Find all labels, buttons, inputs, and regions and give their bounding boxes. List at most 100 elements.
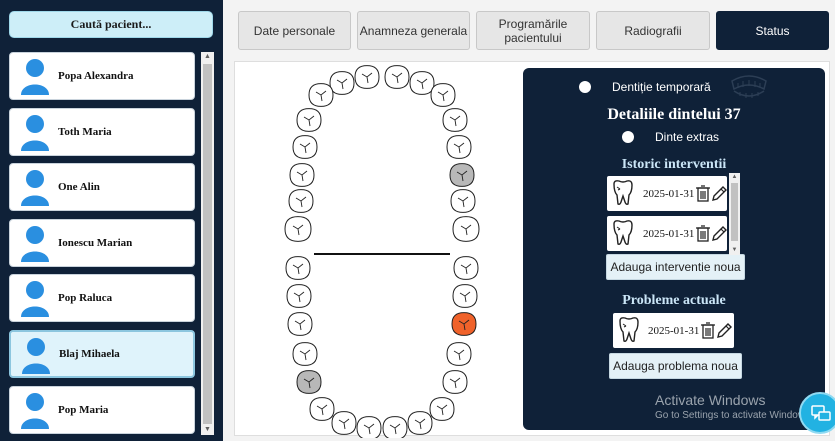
temporary-dentition-radio[interactable] — [579, 81, 591, 93]
tooth[interactable] — [442, 108, 468, 132]
patient-name: Pop Raluca — [58, 292, 113, 304]
tooth[interactable] — [382, 416, 408, 438]
tooth[interactable] — [292, 135, 318, 159]
tooth[interactable] — [354, 65, 380, 89]
extracted-tooth-label: Dinte extras — [655, 130, 720, 144]
scroll-up-icon[interactable]: ▲ — [201, 52, 214, 62]
activate-windows-watermark: Activate Windows Go to Settings to activ… — [655, 392, 813, 421]
tooth[interactable] — [452, 216, 480, 242]
patient-item-popa-alexandra[interactable]: Popa Alexandra — [9, 52, 195, 100]
tooth[interactable] — [384, 65, 410, 89]
history-scrollbar[interactable]: ▲ ▼ — [729, 173, 740, 255]
scroll-down-icon[interactable]: ▼ — [729, 246, 740, 255]
tooth[interactable] — [451, 312, 477, 336]
scrollbar-thumb[interactable] — [203, 64, 212, 424]
tooth-icon — [613, 180, 633, 205]
watermark-line-1: Activate Windows — [655, 392, 766, 408]
tooth[interactable] — [292, 342, 318, 366]
tab-radiografii[interactable]: Radiografii — [596, 11, 710, 50]
tab-date-personale[interactable]: Date personale — [238, 11, 351, 50]
avatar-icon — [21, 59, 49, 95]
tooth[interactable] — [331, 411, 357, 435]
avatar-icon — [21, 281, 49, 317]
patient-name: One Alin — [58, 181, 100, 193]
tooth[interactable] — [446, 342, 472, 366]
history-title: Istoric interventii — [621, 157, 727, 172]
tooth[interactable] — [329, 71, 355, 95]
patient-name: Blaj Mihaela — [59, 348, 120, 360]
search-patient-button[interactable]: Caută pacient... — [9, 11, 213, 38]
chat-button[interactable] — [799, 392, 835, 434]
patient-name: Popa Alexandra — [58, 70, 134, 82]
tooth[interactable] — [446, 135, 472, 159]
patient-item-pop-raluca[interactable]: Pop Raluca — [9, 274, 195, 322]
add-problem-button[interactable]: Adauga problema noua — [609, 353, 742, 379]
tooth[interactable] — [452, 284, 478, 308]
avatar-icon — [21, 393, 49, 429]
watermark-line-2: Go to Settings to activate Windows. — [655, 410, 813, 421]
patient-list: Popa Alexandra Toth Maria One Alin Iones… — [0, 50, 200, 440]
tooth[interactable] — [287, 312, 313, 336]
scrollbar-thumb[interactable] — [731, 183, 738, 241]
tooth[interactable] — [453, 256, 479, 280]
tooth[interactable] — [286, 284, 312, 308]
patient-item-blaj-mihaela[interactable]: Blaj Mihaela — [9, 330, 195, 378]
tooth[interactable] — [296, 108, 322, 132]
chat-icon — [811, 405, 831, 421]
patient-item-toth-maria[interactable]: Toth Maria — [9, 108, 195, 156]
tooth[interactable] — [409, 71, 435, 95]
delete-icon[interactable] — [700, 321, 716, 339]
tooth[interactable] — [442, 370, 468, 394]
tab-status[interactable]: Status — [716, 11, 829, 50]
tooth[interactable] — [309, 397, 335, 421]
scroll-up-icon[interactable]: ▲ — [729, 173, 740, 182]
add-intervention-button[interactable]: Adauga interventie noua — [606, 254, 745, 280]
tooth[interactable] — [289, 163, 315, 187]
tooth[interactable] — [430, 83, 456, 107]
extracted-tooth-radio[interactable] — [622, 131, 634, 143]
tooth[interactable] — [285, 256, 311, 280]
problem-date: 2025-01-31 — [648, 325, 700, 337]
tab-anamneza-generala[interactable]: Anamneza generala — [357, 11, 470, 50]
tooth[interactable] — [449, 163, 475, 187]
patient-name: Ionescu Marian — [58, 237, 133, 249]
tooth-detail-panel: Dentiție temporară Detaliile dintelui 37… — [523, 68, 825, 430]
problem-card: 2025-01-31 — [613, 313, 734, 348]
tooth[interactable] — [284, 216, 312, 242]
avatar-icon — [21, 170, 49, 206]
intervention-date: 2025-01-31 — [643, 188, 695, 200]
edit-icon[interactable] — [711, 184, 727, 202]
patient-item-one-alin[interactable]: One Alin — [9, 163, 195, 211]
tooth[interactable] — [450, 189, 476, 213]
patient-sidebar: Caută pacient... Popa Alexandra Toth Mar… — [0, 0, 223, 441]
avatar-icon — [21, 226, 49, 262]
tooth-detail-title: Detaliile dintelui 37 — [607, 106, 741, 123]
patient-item-ionescu-marian[interactable]: Ionescu Marian — [9, 219, 195, 267]
delete-icon[interactable] — [695, 224, 711, 242]
tab-programari[interactable]: Programările pacientului — [476, 11, 590, 50]
intervention-card: 2025-01-31 — [607, 216, 727, 251]
patient-name: Toth Maria — [58, 126, 112, 138]
dental-chart — [284, 65, 480, 438]
scroll-down-icon[interactable]: ▼ — [201, 425, 214, 435]
dentition-icon — [731, 75, 767, 98]
edit-icon[interactable] — [711, 224, 727, 242]
temporary-dentition-label: Dentiție temporară — [612, 80, 711, 94]
patient-item-pop-maria[interactable]: Pop Maria — [9, 386, 195, 434]
tooth-icon — [619, 317, 639, 342]
tooth[interactable] — [296, 370, 322, 394]
tooth[interactable] — [429, 397, 455, 421]
app-window: Caută pacient... Popa Alexandra Toth Mar… — [0, 0, 835, 441]
avatar-icon — [21, 115, 49, 151]
edit-icon[interactable] — [716, 321, 732, 339]
tooth[interactable] — [308, 83, 334, 107]
tooth-icon — [613, 220, 633, 245]
tooth[interactable] — [356, 416, 382, 438]
delete-icon[interactable] — [695, 184, 711, 202]
tooth[interactable] — [407, 411, 433, 435]
avatar-icon — [22, 338, 50, 374]
problems-title: Probleme actuale — [622, 293, 726, 308]
intervention-card: 2025-01-31 — [607, 176, 727, 211]
patient-list-scrollbar[interactable]: ▲ ▼ — [201, 52, 214, 435]
tooth[interactable] — [288, 189, 314, 213]
